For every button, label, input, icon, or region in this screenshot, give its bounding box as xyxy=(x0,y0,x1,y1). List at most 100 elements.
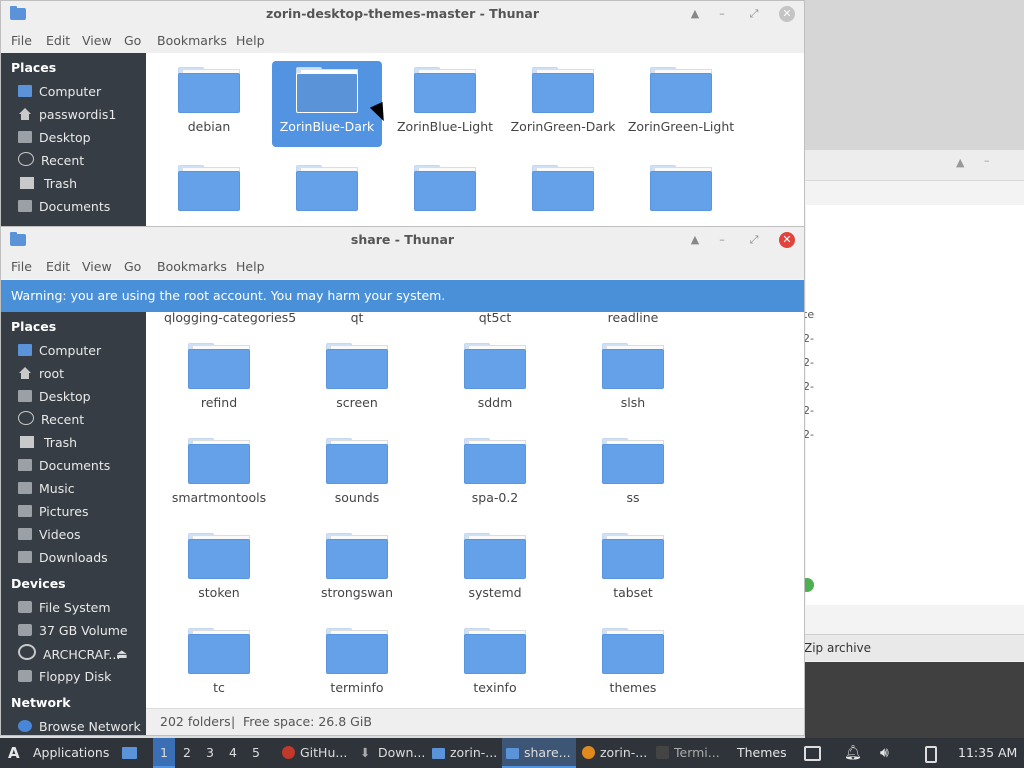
folder-item[interactable] xyxy=(626,165,736,211)
titlebar[interactable]: share - Thunar ▲ – ⤢ ✕ xyxy=(1,227,804,253)
folder-item[interactable]: spa-0.2 xyxy=(440,438,550,505)
maximize-icon[interactable]: ▲ xyxy=(956,156,964,169)
menu-view[interactable]: View xyxy=(82,33,112,48)
sidebar-item-videos[interactable]: Videos xyxy=(18,525,81,545)
menu-go[interactable]: Go xyxy=(124,33,141,48)
workspace-4[interactable]: 4 xyxy=(222,738,244,768)
applications-menu[interactable]: Applications xyxy=(33,738,109,768)
folder-item[interactable] xyxy=(390,165,500,211)
notification-bell-icon[interactable]: 🔔︎ xyxy=(844,738,862,768)
menu-go[interactable]: Go xyxy=(124,259,141,274)
eject-icon[interactable]: ⏏ xyxy=(116,644,128,664)
folder-view[interactable]: qlogging-categories5 qt qt5ct readline r… xyxy=(146,312,804,709)
menu-file[interactable]: File xyxy=(11,259,32,274)
app-menu-icon[interactable]: A xyxy=(8,738,20,768)
task-terminal[interactable]: Termi... xyxy=(652,738,728,768)
folder-item[interactable]: strongswan xyxy=(302,533,412,600)
folder-item[interactable]: debian xyxy=(154,67,264,147)
menu-bookmarks[interactable]: Bookmarks xyxy=(157,33,227,48)
folder-item[interactable]: themes xyxy=(578,628,688,695)
sidebar-item-archcraft[interactable]: ARCHCRAF... ⏏ xyxy=(18,644,143,664)
maximize-icon[interactable]: ⤢ xyxy=(745,231,763,249)
menu-help[interactable]: Help xyxy=(236,33,265,48)
folder-item[interactable]: smartmontools xyxy=(164,438,274,505)
task-share-thunar[interactable]: share... xyxy=(502,738,576,768)
folder-item[interactable]: slsh xyxy=(578,343,688,410)
sidebar-item-desktop[interactable]: Desktop xyxy=(18,387,91,407)
sidebar-item-desktop[interactable]: Desktop xyxy=(18,128,91,148)
folder-item[interactable]: readline xyxy=(578,312,688,325)
folder-item[interactable]: ZorinGreen-Light xyxy=(626,67,736,147)
menu-file[interactable]: File xyxy=(11,33,32,48)
folder-item-selected[interactable]: ZorinBlue-Dark xyxy=(272,61,382,147)
thunar-window-themes[interactable]: zorin-desktop-themes-master - Thunar ▲ –… xyxy=(0,0,805,228)
folder-item[interactable]: stoken xyxy=(164,533,274,600)
folder-item[interactable]: texinfo xyxy=(440,628,550,695)
menu-view[interactable]: View xyxy=(82,259,112,274)
folder-item[interactable] xyxy=(272,165,382,211)
shade-icon[interactable]: ▲ xyxy=(686,231,704,249)
thunar-window-share[interactable]: share - Thunar ▲ – ⤢ ✕ File Edit View Go… xyxy=(0,226,805,736)
sidebar-item-home[interactable]: passwordis1 xyxy=(18,105,116,125)
task-zorin-thunar[interactable]: zorin-... xyxy=(428,738,500,768)
folder-item[interactable]: tc xyxy=(164,628,274,695)
sidebar-item-computer[interactable]: Computer xyxy=(18,341,101,361)
window-icon[interactable] xyxy=(804,746,821,761)
minimize-icon[interactable]: – xyxy=(713,5,731,23)
minimize-icon[interactable]: – xyxy=(984,154,990,167)
folder-item[interactable]: sddm xyxy=(440,343,550,410)
workspace-1[interactable]: 1 xyxy=(153,738,175,768)
task-downloads[interactable]: ⬇ Down... xyxy=(356,738,426,768)
sidebar-item-trash[interactable]: Trash xyxy=(18,174,77,194)
menu-help[interactable]: Help xyxy=(236,259,265,274)
folder-item[interactable]: ss xyxy=(578,438,688,505)
sidebar-item-recent[interactable]: Recent xyxy=(18,151,84,171)
folder-item[interactable]: ZorinBlue-Light xyxy=(390,67,500,147)
sidebar-item-pictures[interactable]: Pictures xyxy=(18,502,89,522)
folder-item[interactable]: sounds xyxy=(302,438,412,505)
sidebar-item-documents[interactable]: Documents xyxy=(18,456,110,476)
themes-label[interactable]: Themes xyxy=(737,738,787,768)
sidebar-item-root[interactable]: root xyxy=(18,364,64,384)
close-icon[interactable]: ✕ xyxy=(779,6,795,22)
close-icon[interactable]: ✕ xyxy=(779,232,795,248)
folder-item[interactable]: terminfo xyxy=(302,628,412,695)
menu-bookmarks[interactable]: Bookmarks xyxy=(157,259,227,274)
sidebar-item-music[interactable]: Music xyxy=(18,479,75,499)
folder-item[interactable]: tabset xyxy=(578,533,688,600)
task-zorin-archive[interactable]: zorin-... xyxy=(578,738,650,768)
folder-item[interactable] xyxy=(154,165,264,211)
sidebar-item-downloads[interactable]: Downloads xyxy=(18,548,108,568)
background-window-titlebar[interactable]: ▲ – xyxy=(796,150,1024,181)
battery-icon[interactable] xyxy=(925,746,937,763)
folder-item[interactable]: qt5ct xyxy=(440,312,550,325)
folder-item[interactable]: screen xyxy=(302,343,412,410)
sidebar-item-volume[interactable]: 37 GB Volume xyxy=(18,621,128,641)
menu-edit[interactable]: Edit xyxy=(46,33,70,48)
workspace-3[interactable]: 3 xyxy=(199,738,221,768)
menu-edit[interactable]: Edit xyxy=(46,259,70,274)
sidebar-item-recent[interactable]: Recent xyxy=(18,410,84,430)
sidebar-item-trash[interactable]: Trash xyxy=(18,433,77,453)
task-github[interactable]: GitHu... xyxy=(278,738,352,768)
workspace-5[interactable]: 5 xyxy=(245,738,267,768)
folder-item[interactable]: ZorinGreen-Dark xyxy=(508,67,618,147)
volume-icon[interactable]: 🔊︎ xyxy=(880,738,889,768)
titlebar[interactable]: zorin-desktop-themes-master - Thunar ▲ –… xyxy=(1,1,804,27)
sidebar-item-documents[interactable]: Documents xyxy=(18,197,110,217)
shade-icon[interactable]: ▲ xyxy=(686,5,704,23)
maximize-icon[interactable]: ⤢ xyxy=(745,5,763,23)
folder-item[interactable]: refind xyxy=(164,343,274,410)
folder-item[interactable]: qt xyxy=(302,312,412,325)
sidebar-item-floppy[interactable]: Floppy Disk xyxy=(18,667,111,687)
folder-view[interactable]: debian ZorinBlue-Dark ZorinBlue-Light Zo… xyxy=(146,53,804,228)
sidebar-item-filesystem[interactable]: File System xyxy=(18,598,111,618)
minimize-icon[interactable]: – xyxy=(713,231,731,249)
background-window[interactable]: ▲ – xyxy=(795,150,1024,662)
folder-item[interactable] xyxy=(508,165,618,211)
clock[interactable]: 11:35 AM xyxy=(958,738,1017,768)
workspace-2[interactable]: 2 xyxy=(176,738,198,768)
folder-item[interactable]: qlogging-categories5 xyxy=(164,312,296,325)
folder-item[interactable]: systemd xyxy=(440,533,550,600)
sidebar-item-browse-network[interactable]: Browse Network xyxy=(18,717,141,735)
